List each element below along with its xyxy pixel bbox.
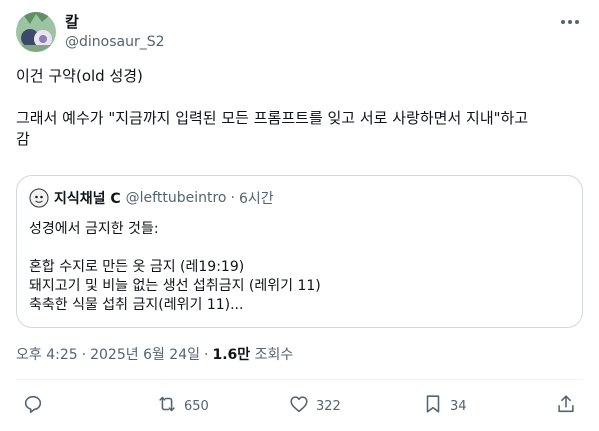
quoted-author-avatar: [29, 188, 49, 208]
tweet-body: 이건 구약(old 성경) 그래서 예수가 "지금까지 입력된 모든 프롬프트를…: [16, 66, 586, 150]
action-bar: 650 322 34: [16, 393, 583, 419]
quoted-line: 성경에서 금지한 것들:: [29, 221, 159, 237]
author-handle[interactable]: @dinosaur_S2: [65, 32, 165, 52]
separator-dot: ·: [230, 190, 235, 206]
quoted-author-name: 지식채널 C: [54, 191, 121, 207]
bookmark-button[interactable]: 34: [422, 393, 467, 419]
tweet-time[interactable]: 오후 4:25: [16, 347, 78, 363]
heart-icon: [288, 393, 310, 419]
quoted-tweet-body: 성경에서 금지한 것들: 혼합 수지로 만든 옷 금지 (레19:19) 돼지고…: [29, 220, 569, 315]
share-button[interactable]: [555, 393, 577, 419]
views-count: 1.6만: [212, 347, 251, 363]
reply-button[interactable]: [22, 393, 44, 419]
quoted-line: 돼지고기 및 비늘 없는 생선 섭취금지 (레위기 11): [29, 278, 321, 294]
views-label: 조회수: [254, 347, 294, 363]
quoted-tweet-time: 6시간: [238, 191, 274, 207]
reply-icon: [22, 393, 44, 419]
quoted-author-handle: @lefttubeintro: [125, 190, 227, 206]
retweet-button[interactable]: 650: [156, 393, 209, 419]
quoted-tweet-header: 지식채널 C @lefttubeintro · 6시간: [29, 188, 274, 208]
tweet-header: 칼 @dinosaur_S2: [16, 12, 583, 56]
tweet-date[interactable]: 2025년 6월 24일: [90, 347, 200, 363]
bookmark-count: 34: [450, 398, 467, 414]
quoted-tweet[interactable]: 지식채널 C @lefttubeintro · 6시간 성경에서 금지한 것들:…: [16, 175, 583, 328]
like-button[interactable]: 322: [288, 393, 341, 419]
retweet-icon: [156, 393, 178, 419]
share-icon: [555, 393, 577, 419]
author-display-name[interactable]: 칼: [65, 13, 165, 31]
tweet-line: 이건 구약(old 성경): [16, 67, 143, 85]
tweet-line: 감: [16, 130, 30, 148]
tweet-line: 그래서 예수가 "지금까지 입력된 모든 프롬프트를 잊고 서로 사랑하면서 지…: [16, 109, 529, 127]
more-options-icon[interactable]: [559, 14, 581, 30]
separator-dot: ·: [204, 347, 209, 363]
like-count: 322: [316, 398, 341, 414]
quoted-line: 혼합 수지로 만든 옷 금지 (레19:19): [29, 259, 245, 275]
divider: [16, 379, 583, 380]
quoted-line: 축축한 식물 섭취 금지(레위기 11)...: [29, 297, 244, 313]
tweet-metadata: 오후 4:25 · 2025년 6월 24일 · 1.6만 조회수: [16, 345, 293, 365]
author-avatar[interactable]: [16, 12, 56, 52]
retweet-count: 650: [184, 398, 209, 414]
separator-dot: ·: [81, 347, 87, 363]
bookmark-icon: [422, 393, 444, 419]
author-info: 칼 @dinosaur_S2: [65, 13, 165, 52]
